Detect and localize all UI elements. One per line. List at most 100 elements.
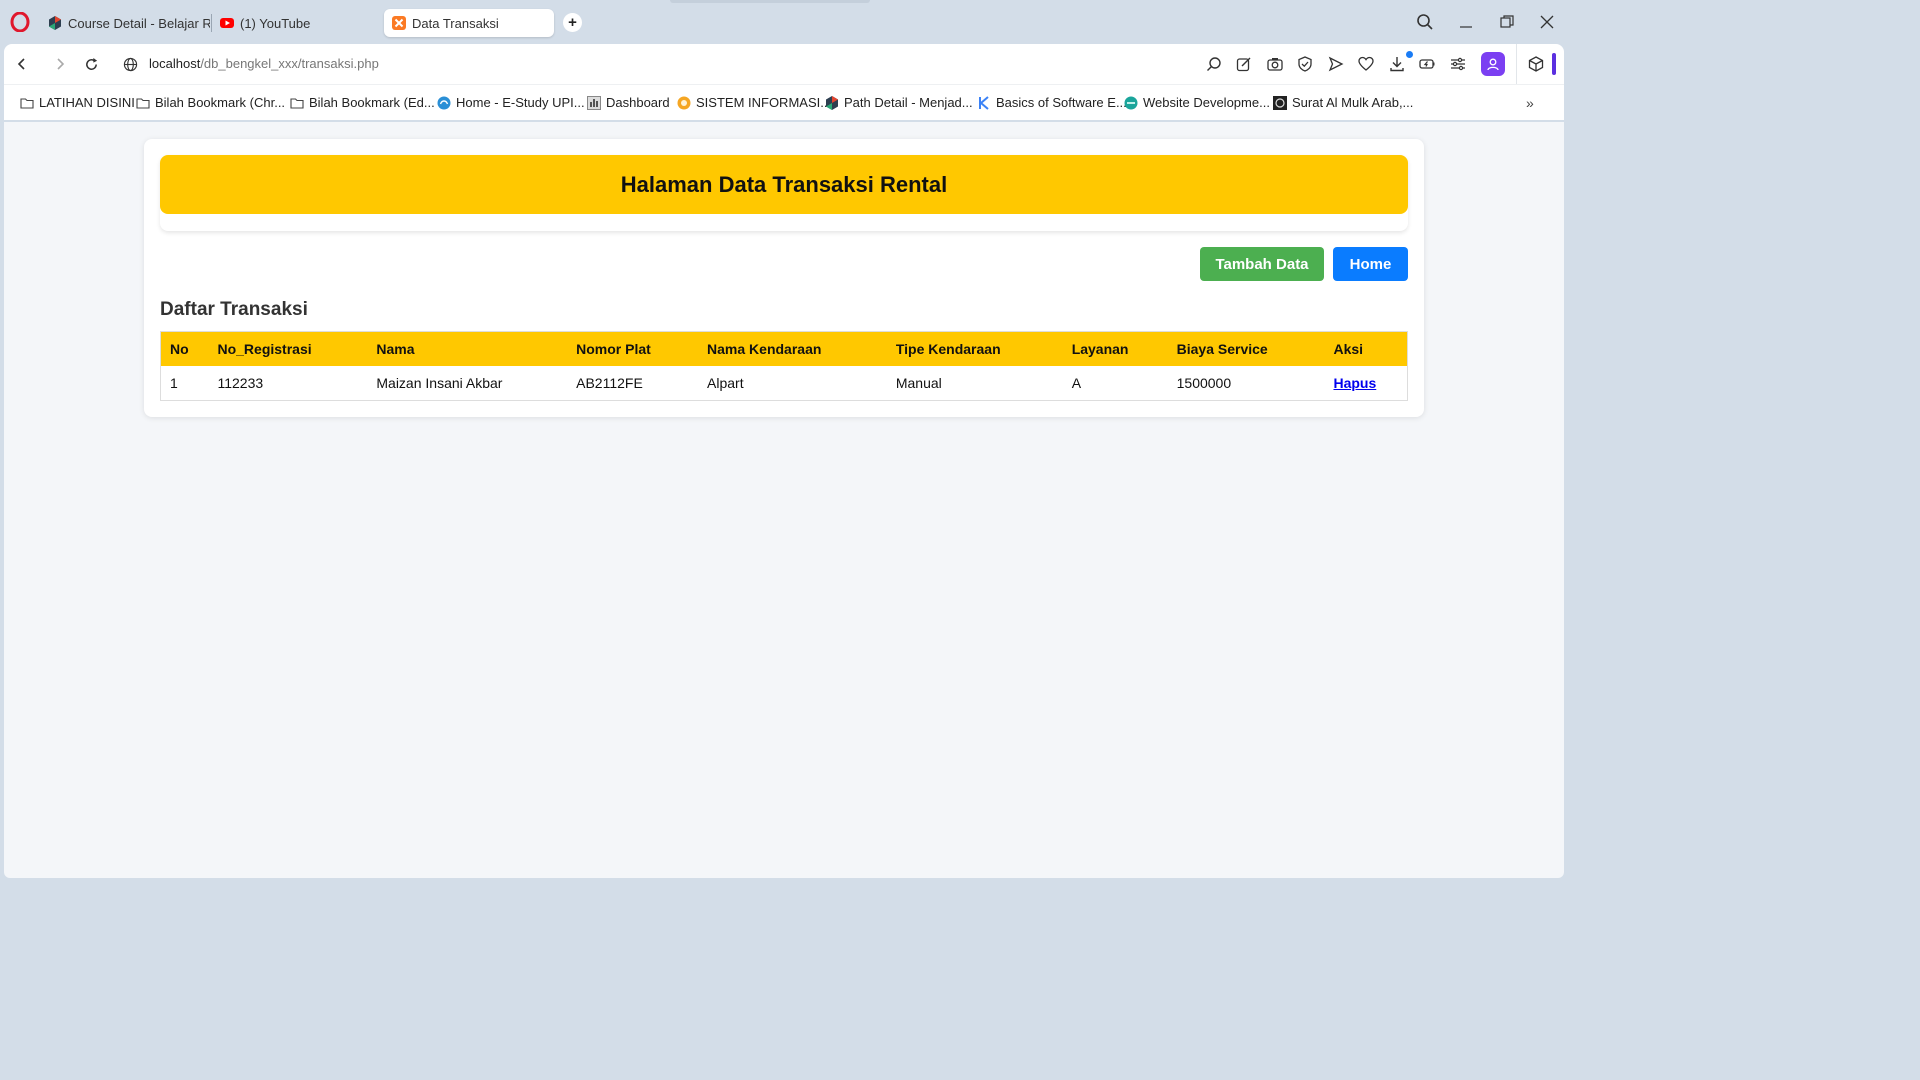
bookmark-label: LATIHAN DISINI <box>39 95 135 110</box>
download-badge <box>1406 51 1413 58</box>
dicoding-icon <box>49 16 61 30</box>
xampp-icon <box>392 16 406 30</box>
bookmarks-bar: LATIHAN DISINI Bilah Bookmark (Chr... Bi… <box>4 84 1564 120</box>
header-wrapper: Halaman Data Transaksi Rental <box>160 155 1408 231</box>
send-icon[interactable] <box>1327 55 1345 73</box>
bookmark-label: Surat Al Mulk Arab,... <box>1292 95 1414 110</box>
sistem-informasi-icon <box>677 96 691 109</box>
upi-icon <box>437 96 451 109</box>
bookmark-path-detail[interactable]: Path Detail - Menjad... <box>825 95 973 110</box>
bookmark-dashboard[interactable]: Dashboard <box>587 95 670 110</box>
website-icon <box>1124 96 1138 109</box>
bookmark-surat-al-mulk[interactable]: Surat Al Mulk Arab,... <box>1273 95 1413 110</box>
tab-strip: Course Detail - Belajar Re (1) YouTube D… <box>0 0 1568 44</box>
page-header: Halaman Data Transaksi Rental <box>160 155 1408 214</box>
tab-title: Data Transaksi <box>412 15 499 31</box>
column-header-nama: Nama <box>376 340 415 357</box>
opera-logo-icon[interactable] <box>10 12 30 32</box>
bookmarks-overflow-icon[interactable]: » <box>1526 95 1534 111</box>
table-row: 1 112233 Maizan Insani Akbar AB2112FE Al… <box>160 365 1408 401</box>
cell-no-registrasi: 112233 <box>208 365 368 401</box>
column-header-biaya-service: Biaya Service <box>1176 340 1268 357</box>
restore-icon[interactable] <box>1495 10 1519 34</box>
tab-youtube[interactable]: (1) YouTube <box>212 9 382 37</box>
edit-icon[interactable] <box>1235 55 1253 73</box>
column-header-layanan: Layanan <box>1071 340 1129 357</box>
url-host: localhost <box>149 56 201 71</box>
bookmark-label: Path Detail - Menjad... <box>844 95 973 110</box>
url-path: /db_bengkel_xxx/transaksi.php <box>200 56 379 71</box>
bookmark-bilah-chrome[interactable]: Bilah Bookmark (Chr... <box>136 95 285 110</box>
reload-icon[interactable] <box>81 54 101 74</box>
cell-nomor-plat: AB2112FE <box>567 365 699 401</box>
column-header-no: No <box>170 340 189 357</box>
cell-nama: Maizan Insani Akbar <box>367 365 568 401</box>
column-header-aksi: Aksi <box>1333 340 1364 357</box>
address-toolbar: localhost/db_bengkel_xxx/transaksi.php <box>4 44 1564 84</box>
folder-icon <box>20 97 34 109</box>
new-tab-button[interactable]: + <box>563 13 582 32</box>
close-icon[interactable] <box>1535 10 1559 34</box>
cell-aksi: Hapus <box>1324 365 1408 401</box>
bookmark-estudy-upi[interactable]: Home - E-Study UPI... <box>437 95 585 110</box>
page-viewport: Halaman Data Transaksi Rental Tambah Dat… <box>4 122 1564 878</box>
transaksi-table: No No_Registrasi Nama Nomor Plat Nama Ke… <box>160 331 1408 401</box>
k-icon <box>979 95 989 110</box>
bookmark-label: Basics of Software E... <box>996 95 1127 110</box>
cell-no: 1 <box>160 365 209 401</box>
tab-strip-notch <box>670 0 870 3</box>
cell-nama-kendaraan: Alpart <box>698 365 887 401</box>
easy-setup-icon[interactable] <box>1449 55 1467 73</box>
cell-layanan: A <box>1062 365 1168 401</box>
bookmark-label: Home - E-Study UPI... <box>456 95 585 110</box>
folder-icon <box>290 97 304 109</box>
back-icon[interactable] <box>12 54 32 74</box>
tab-title: Course Detail - Belajar Re <box>68 15 210 31</box>
tab-data-transaksi[interactable]: Data Transaksi <box>384 9 554 37</box>
bookmark-sistem-informasi[interactable]: SISTEM INFORMASI... <box>677 95 831 110</box>
folder-icon <box>136 97 150 109</box>
bookmark-label: Website Developme... <box>1143 95 1270 110</box>
bookmark-label: SISTEM INFORMASI... <box>696 95 832 110</box>
minimize-icon[interactable] <box>1454 10 1478 34</box>
profile-avatar-icon[interactable] <box>1481 52 1505 76</box>
youtube-icon <box>220 18 234 28</box>
battery-saver-icon[interactable] <box>1418 55 1436 73</box>
address-input[interactable]: localhost/db_bengkel_xxx/transaksi.php <box>149 56 379 71</box>
shield-check-icon[interactable] <box>1296 55 1314 73</box>
tab-course-detail[interactable]: Course Detail - Belajar Re <box>40 9 210 37</box>
bookmark-label: Bilah Bookmark (Ed... <box>309 95 435 110</box>
globe-icon[interactable] <box>120 54 140 74</box>
page-title: Halaman Data Transaksi Rental <box>620 171 948 197</box>
extensions-cube-icon[interactable] <box>1527 55 1545 73</box>
section-title: Daftar Transaksi <box>160 299 308 320</box>
tab-search-icon[interactable] <box>1413 10 1437 34</box>
content-container: Halaman Data Transaksi Rental Tambah Dat… <box>144 139 1424 417</box>
sidebar-accent-bar[interactable] <box>1552 53 1556 75</box>
heart-icon[interactable] <box>1357 55 1375 73</box>
bookmark-label: Dashboard <box>606 95 670 110</box>
column-header-tipe-kendaraan: Tipe Kendaraan <box>895 340 1001 357</box>
tab-title: (1) YouTube <box>240 15 311 31</box>
dicoding-icon <box>826 95 838 110</box>
bookmark-label: Bilah Bookmark (Chr... <box>155 95 286 110</box>
column-header-nomor-plat: Nomor Plat <box>576 340 651 357</box>
camera-icon[interactable] <box>1266 55 1284 73</box>
cell-biaya-service: 1500000 <box>1167 365 1325 401</box>
bookmark-bilah-edge[interactable]: Bilah Bookmark (Ed... <box>290 95 435 110</box>
tambah-data-button[interactable]: Tambah Data <box>1200 247 1324 281</box>
home-button[interactable]: Home <box>1333 247 1408 281</box>
quran-icon <box>1273 95 1287 110</box>
forward-icon[interactable] <box>50 54 70 74</box>
dashboard-icon <box>587 95 601 110</box>
cell-tipe-kendaraan: Manual <box>886 365 1063 401</box>
bookmark-website-development[interactable]: Website Developme... <box>1124 95 1270 110</box>
bookmark-basics-software[interactable]: Basics of Software E... <box>977 95 1127 110</box>
column-header-nama-kendaraan: Nama Kendaraan <box>707 340 822 357</box>
hapus-link[interactable]: Hapus <box>1333 375 1376 391</box>
lens-search-icon[interactable] <box>1205 55 1223 73</box>
column-header-no-registrasi: No_Registrasi <box>217 340 312 357</box>
sidebar-panel-toggle <box>1516 44 1564 84</box>
bookmark-latihan-disini[interactable]: LATIHAN DISINI <box>20 95 135 110</box>
download-icon[interactable] <box>1388 55 1406 73</box>
